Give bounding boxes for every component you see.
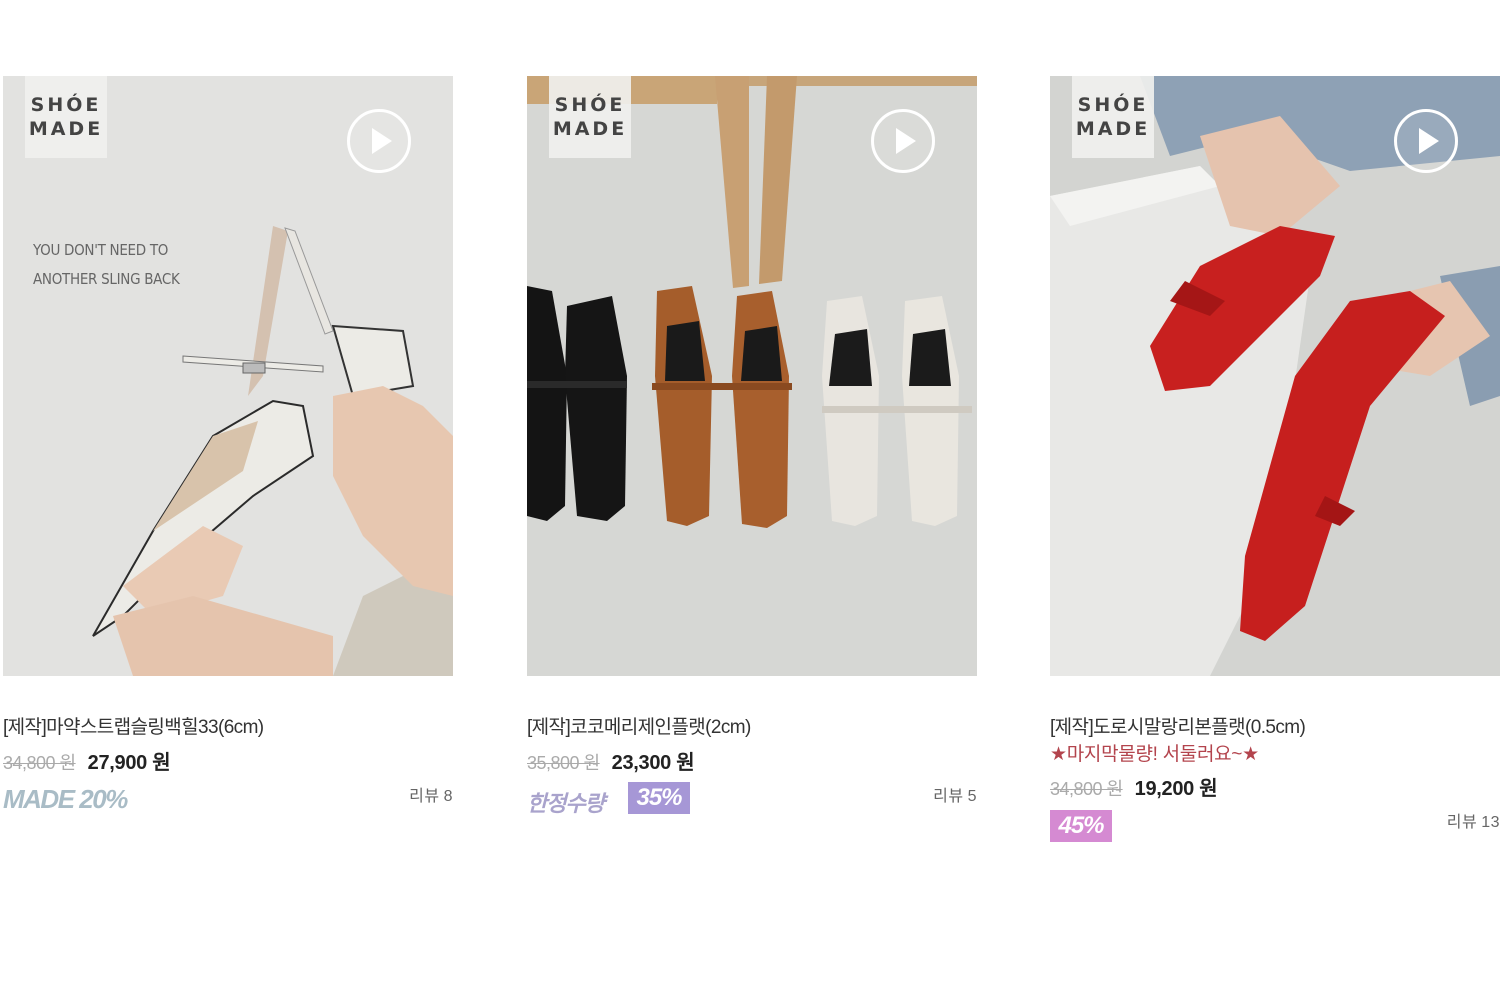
discount-badge: MADE 20% xyxy=(3,784,128,814)
play-icon xyxy=(1419,128,1439,154)
price-row: 34,800 원 19,200 원 xyxy=(1050,772,1500,800)
review-number: 5 xyxy=(967,788,977,805)
review-label: 리뷰 xyxy=(933,788,964,805)
video-play-button[interactable] xyxy=(347,109,411,173)
discount-percent-badge: 35% xyxy=(628,782,690,814)
brand-logo-line1: SHÓE xyxy=(554,94,626,116)
product-card[interactable]: SHÓE MADE [제작]코코메리제인플랫(2cm) 35,800 원 23,… xyxy=(527,76,977,824)
product-name[interactable]: [제작]코코메리제인플랫(2cm) xyxy=(527,714,977,742)
review-label: 리뷰 xyxy=(409,788,440,805)
brand-logo-line2: MADE xyxy=(28,118,104,140)
brand-logo-line1: SHÓE xyxy=(30,94,102,116)
review-count[interactable]: 리뷰 5 xyxy=(933,782,977,806)
brand-logo-line2: MADE xyxy=(1075,118,1151,140)
play-icon xyxy=(372,128,392,154)
review-count[interactable]: 리뷰 8 xyxy=(409,782,453,806)
sale-price: 27,900 원 xyxy=(87,752,171,774)
product-info: [제작]마약스트랩슬링백힐33(6cm) 34,800 원 27,900 원 M… xyxy=(3,676,453,824)
product-card[interactable]: SHÓE MADE [제작]도로시말랑리본플랫(0.5cm) ★마지막물량! 서… xyxy=(1050,76,1500,850)
original-price: 34,800 원 xyxy=(3,753,76,773)
sale-price: 23,300 원 xyxy=(611,752,695,774)
promo-text: ★마지막물량! 서둘러요~★ xyxy=(1050,744,1259,765)
overlay-line: ANOTHER SLING BACK xyxy=(33,270,180,288)
review-count[interactable]: 리뷰 13 xyxy=(1447,808,1500,832)
original-price: 35,800 원 xyxy=(527,753,600,773)
overlay-line: YOU DON'T NEED TO xyxy=(33,241,169,259)
product-name[interactable]: [제작]마약스트랩슬링백힐33(6cm) xyxy=(3,714,453,742)
play-icon xyxy=(896,128,916,154)
badge-row: 45% 리뷰 13 xyxy=(1050,806,1500,850)
product-image[interactable]: SHÓE MADE xyxy=(1050,76,1500,676)
brand-logo-line2: MADE xyxy=(552,118,628,140)
limited-quantity-badge: 한정수량 xyxy=(527,791,605,816)
price-row: 35,800 원 23,300 원 xyxy=(527,746,977,774)
product-image[interactable]: SHÓE MADE YOU DON'T NEED TO ANOTHER SLIN… xyxy=(3,76,453,676)
image-overlay-text: YOU DON'T NEED TO ANOTHER SLING BACK xyxy=(33,236,180,294)
discount-percent-badge: 45% xyxy=(1050,810,1112,842)
product-image[interactable]: SHÓE MADE xyxy=(527,76,977,676)
brand-logo-line1: SHÓE xyxy=(1077,94,1149,116)
sale-price: 19,200 원 xyxy=(1134,778,1218,800)
badge-row: MADE 20% 리뷰 8 xyxy=(3,780,453,824)
product-info: [제작]도로시말랑리본플랫(0.5cm) ★마지막물량! 서둘러요~★ 34,8… xyxy=(1050,676,1500,850)
review-label: 리뷰 xyxy=(1446,814,1478,831)
review-number: 8 xyxy=(443,788,453,805)
badge-row: 한정수량 35% 리뷰 5 xyxy=(527,780,977,824)
review-number: 13 xyxy=(1481,814,1500,831)
original-price: 34,800 원 xyxy=(1050,779,1123,799)
brand-logo: SHÓE MADE xyxy=(549,76,631,158)
product-grid: SHÓE MADE YOU DON'T NEED TO ANOTHER SLIN… xyxy=(0,76,1500,876)
price-row: 34,800 원 27,900 원 xyxy=(3,746,453,774)
video-play-button[interactable] xyxy=(871,109,935,173)
product-card[interactable]: SHÓE MADE YOU DON'T NEED TO ANOTHER SLIN… xyxy=(3,76,453,824)
video-play-button[interactable] xyxy=(1394,109,1458,173)
product-info: [제작]코코메리제인플랫(2cm) 35,800 원 23,300 원 한정수량… xyxy=(527,676,977,824)
brand-logo: SHÓE MADE xyxy=(25,76,107,158)
product-name[interactable]: [제작]도로시말랑리본플랫(0.5cm) xyxy=(1050,714,1500,742)
brand-logo: SHÓE MADE xyxy=(1072,76,1154,158)
